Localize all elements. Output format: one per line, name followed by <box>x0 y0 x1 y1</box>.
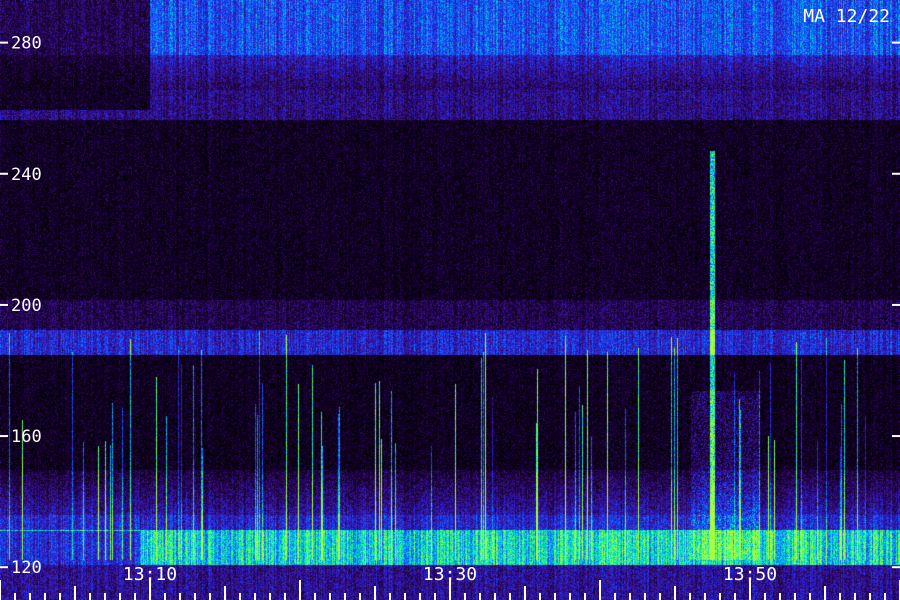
axis-overlay: 280 240 200 160 120 13:10 13:30 13:50 MA 12/22 <box>0 6 900 600</box>
frequency-ticks: 280 240 200 160 120 <box>0 34 900 578</box>
frequency-tick-label: 160 <box>11 427 42 447</box>
frequency-tick-label: 240 <box>11 165 42 185</box>
time-ticks: 13:10 13:30 13:50 <box>0 564 900 600</box>
frequency-tick-label: 200 <box>11 296 42 316</box>
station-label: MA 12/22 <box>803 6 890 27</box>
frequency-tick-label: 280 <box>11 34 42 54</box>
frequency-tick-label: 120 <box>11 558 42 578</box>
